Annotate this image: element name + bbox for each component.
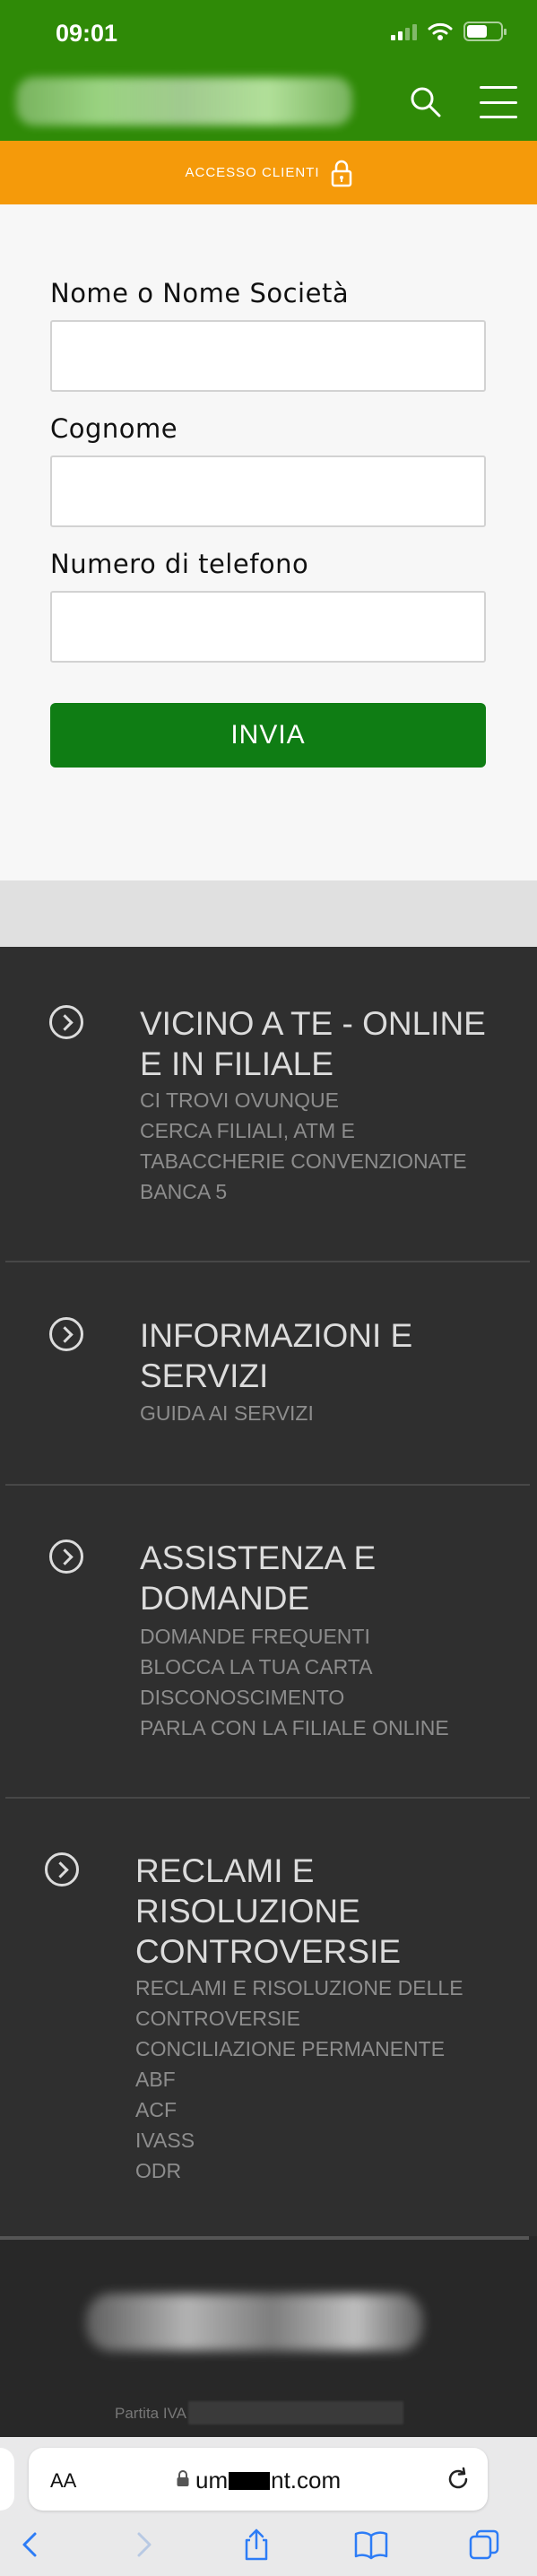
first-name-label: Nome o Nome Società <box>50 278 350 308</box>
forward-icon[interactable] <box>126 2527 161 2563</box>
section-title-near-you[interactable]: VICINO A TE - ONLINE E IN FILIALE <box>140 1003 525 1084</box>
footer-link[interactable]: PARLA CON LA FILIALE ONLINE <box>140 1713 534 1743</box>
section-title-line: VICINO A TE - ONLINE <box>140 1005 486 1042</box>
first-name-field[interactable] <box>50 320 486 392</box>
section-title-complaints[interactable]: RECLAMI E RISOLUZIONE CONTROVERSIE <box>135 1851 521 1972</box>
status-icons <box>391 22 507 41</box>
footer-link[interactable]: DOMANDE FREQUENTI <box>140 1621 534 1652</box>
hamburger-menu-icon[interactable] <box>480 86 517 118</box>
customer-access-label: ACCESSO CLIENTI <box>185 165 320 180</box>
wifi-icon <box>428 22 453 40</box>
footer-link[interactable]: TABACCHERIE CONVENZIONATE <box>140 1146 534 1176</box>
customer-access-bar[interactable]: ACCESSO CLIENTI <box>0 141 537 204</box>
section-title-info-services[interactable]: INFORMAZIONI E SERVIZI <box>140 1315 525 1396</box>
section-title-line: RECLAMI E <box>135 1852 315 1889</box>
secure-lock-icon <box>177 2470 189 2486</box>
section-title-support[interactable]: ASSISTENZA E DOMANDE <box>140 1538 525 1618</box>
bookmarks-icon[interactable] <box>353 2527 389 2563</box>
text-size-button[interactable]: AA <box>50 2469 76 2493</box>
status-time: 09:01 <box>56 20 118 47</box>
arrow-right-circle-icon[interactable] <box>45 1852 79 1886</box>
search-icon[interactable] <box>408 84 444 120</box>
vat-label: Partita IVA <box>115 2405 186 2422</box>
footer-link[interactable]: CONCILIAZIONE PERMANENTE <box>135 2034 530 2064</box>
section-title-line: E IN FILIALE <box>140 1045 333 1082</box>
footer-link[interactable]: GUIDA AI SERVIZI <box>140 1398 534 1428</box>
footer-link[interactable]: DISCONOSCIMENTO <box>140 1682 534 1713</box>
footer-logo <box>86 2294 423 2351</box>
previous-tab-edge[interactable] <box>0 2448 14 2511</box>
share-icon[interactable] <box>238 2527 274 2563</box>
last-name-label: Cognome <box>50 413 178 444</box>
section-title-line: SERVIZI <box>140 1357 269 1394</box>
phone-field[interactable] <box>50 591 486 663</box>
footer-link[interactable]: IVASS <box>135 2125 530 2155</box>
footer-link[interactable]: ABF <box>135 2064 530 2095</box>
section-title-line: CONTROVERSIE <box>135 1933 402 1970</box>
separator-band <box>0 880 537 947</box>
footer-link[interactable]: ACF <box>135 2095 530 2125</box>
arrow-right-circle-icon[interactable] <box>49 1317 83 1351</box>
footer-link[interactable]: ODR <box>135 2155 530 2186</box>
section-title-line: INFORMAZIONI E <box>140 1317 413 1354</box>
url-redaction <box>229 2472 271 2490</box>
section-title-line: DOMANDE <box>140 1580 310 1617</box>
site-logo[interactable] <box>16 77 352 126</box>
footer-link[interactable]: BLOCCA LA TUA CARTA <box>140 1652 534 1682</box>
arrow-right-circle-icon[interactable] <box>49 1005 83 1039</box>
submit-button[interactable]: INVIA <box>50 703 486 768</box>
footer-link[interactable]: BANCA 5 <box>140 1176 534 1207</box>
phone-label: Numero di telefono <box>50 549 309 579</box>
cellular-signal-icon <box>391 22 417 40</box>
url-suffix: nt.com <box>271 2467 342 2494</box>
reload-icon[interactable] <box>445 2466 472 2493</box>
arrow-right-circle-icon[interactable] <box>49 1540 83 1574</box>
back-icon[interactable] <box>13 2527 48 2563</box>
vat-number-redacted <box>188 2401 403 2424</box>
footer-link[interactable]: CERCA FILIALI, ATM E <box>140 1115 534 1146</box>
lock-icon <box>331 160 351 186</box>
url-text[interactable]: um nt.com <box>195 2467 341 2494</box>
url-prefix: um <box>195 2467 229 2494</box>
section-title-line: RISOLUZIONE <box>135 1893 360 1930</box>
footer-link[interactable]: CONTROVERSIE <box>135 2003 530 2034</box>
tabs-icon[interactable] <box>466 2527 502 2563</box>
footer-link[interactable]: RECLAMI E RISOLUZIONE DELLE <box>135 1973 530 2003</box>
battery-icon <box>463 22 507 41</box>
section-title-line: ASSISTENZA E <box>140 1540 377 1576</box>
footer-link[interactable]: CI TROVI OVUNQUE <box>140 1085 534 1115</box>
footer-divider <box>0 2236 529 2240</box>
last-name-field[interactable] <box>50 455 486 527</box>
